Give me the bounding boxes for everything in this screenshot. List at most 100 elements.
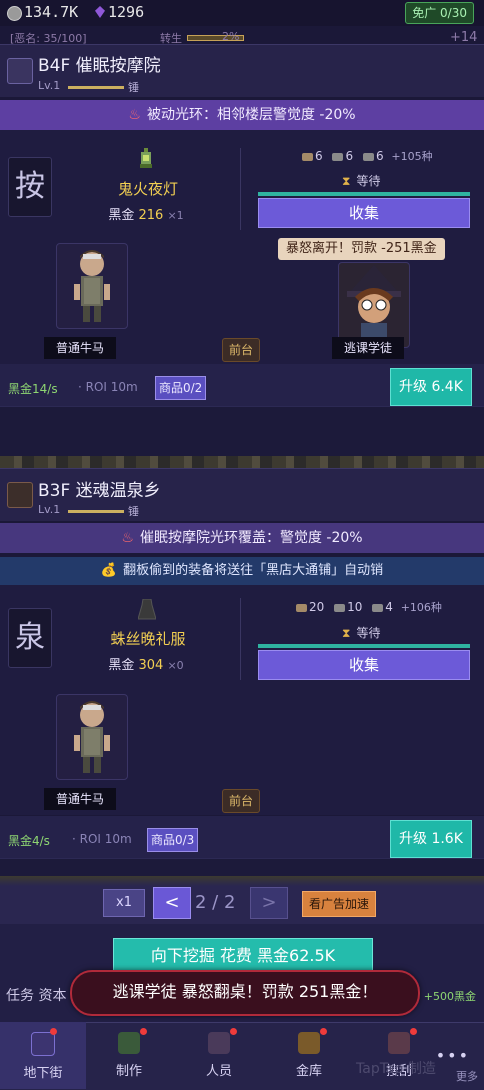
angry-student-portrait (347, 265, 401, 343)
dig-down-button[interactable]: 向下挖掘 花费 黑金62.5K (113, 938, 373, 974)
floor-b3f-collect-button[interactable]: 收集 (258, 650, 470, 680)
nav-label: 金库 (295, 1064, 322, 1079)
floor-b3f-front-desk[interactable]: 前台 (222, 789, 261, 813)
stock-c: 4 (385, 600, 393, 614)
stock-b: 10 (347, 600, 363, 614)
notification-dot (410, 1028, 417, 1035)
nav-plunder[interactable]: 搜刮 (356, 1022, 442, 1089)
stone-icon (332, 152, 344, 161)
gem-count: 1296 (108, 3, 145, 21)
conversion-percent: 2% (222, 30, 240, 43)
worker-slot-2[interactable] (338, 262, 410, 348)
floor-b3f-spacer (0, 858, 484, 877)
taptap-watermark: TapTap 制造 (356, 1061, 436, 1077)
ad-free-counter[interactable]: 免广 0/30 (405, 2, 474, 24)
hourglass-icon: ⧗ (342, 174, 351, 188)
nav-craft[interactable]: 制作 (86, 1022, 172, 1089)
floor-b3f-progress (258, 644, 470, 648)
floor-b4f-collect-button[interactable]: 收集 (258, 198, 470, 228)
notification-dot (320, 1028, 327, 1035)
floor-b3f-roi: · ROI 10m (72, 832, 132, 846)
divider (240, 598, 241, 680)
worker-1-label: 普通牛马 (44, 337, 117, 359)
stock-a: 6 (315, 149, 323, 163)
metal-icon (372, 603, 384, 612)
stone-icon (334, 603, 346, 612)
prev-page-button[interactable]: < (153, 887, 191, 919)
heat-icon: ♨ (128, 107, 141, 123)
floor-b4f-item-name: 鬼火夜灯 (117, 180, 178, 198)
nav-vault[interactable]: 金库 (266, 1022, 352, 1089)
floor-b4f-item-price: 黑金 216 ×1 (86, 204, 206, 223)
pager-bar (0, 876, 484, 924)
nav-staff[interactable]: 人员 (176, 1022, 262, 1089)
floor-b4f-level: Lv.1 (38, 79, 61, 92)
floor-b3f-item-price: 黑金 304 ×0 (86, 654, 206, 673)
floor-b4f-rage-banner: 暴怒离开！罚款 -251黑金 (278, 238, 445, 260)
plunder-icon (388, 1032, 410, 1054)
stock-b: 6 (345, 149, 354, 163)
price-mult: ×0 (167, 659, 184, 672)
floor-b3f-char-tile[interactable]: 泉 (8, 608, 52, 668)
coin-icon (7, 6, 22, 21)
more-icon[interactable]: ••• (436, 1046, 470, 1065)
floor-b4f-front-desk[interactable]: 前台 (222, 338, 261, 362)
worker-portrait (74, 250, 110, 322)
floor-b3f-income: 黑金4/s (8, 834, 50, 848)
floor-b3f-title: B3F 迷魂温泉乡 (38, 481, 161, 501)
street-icon (31, 1032, 55, 1056)
worker-slot-1[interactable] (56, 243, 128, 329)
floor-b3f-stock: 20 10 4 +106种 (296, 599, 442, 615)
floor-b4f-icon (7, 58, 33, 84)
ad-speedup-button[interactable]: 看广告加速 (302, 891, 377, 917)
money-bag-icon: 💰 (100, 563, 118, 578)
floor-b4f-char-tile[interactable]: 按 (8, 157, 52, 217)
floor-b3f-upgrade-button[interactable]: 升级 1.6K (390, 820, 472, 858)
floor-b4f-spacer (0, 406, 484, 457)
stock-more: +105种 (391, 150, 433, 163)
floor-b4f-upgrade-button[interactable]: 升级 6.4K (390, 368, 472, 406)
floor-b4f-goods[interactable]: 商品0/2 (155, 376, 207, 400)
nav-label: 地下街 (23, 1066, 63, 1081)
task-label[interactable]: 任务 资本 (6, 985, 66, 1005)
floor-b3f-wait: ⧗ 等待 (342, 624, 380, 641)
craft-icon (118, 1032, 140, 1054)
page-indicator: 2 / 2 (195, 892, 236, 913)
worker-1-label: 普通牛马 (44, 788, 117, 810)
nav-underground-street[interactable]: 地下街 (0, 1022, 86, 1089)
coin-count: 134.7K (24, 3, 79, 21)
price-label: 黑金 (108, 208, 135, 223)
price-label: 黑金 (108, 658, 135, 673)
wait-text: 等待 (356, 174, 381, 188)
floor-b3f-aura-text: 催眠按摩院光环覆盖：警觉度 -20% (139, 530, 363, 546)
ore-icon (302, 152, 313, 161)
more-label[interactable]: 更多 (456, 1068, 478, 1084)
hourglass-icon: ⧗ (342, 626, 351, 640)
wait-text: 等待 (356, 626, 381, 640)
worker-slot-1[interactable] (56, 694, 128, 780)
notification-dot (230, 1028, 237, 1035)
floor-b4f-aura: ♨ 被动光环：相邻楼层警觉度 -20% (0, 100, 484, 130)
dirt-divider (0, 456, 484, 468)
staff-icon (208, 1032, 230, 1054)
stock-c: 6 (375, 149, 384, 163)
floor-b4f-progress (258, 192, 470, 196)
price-value: 304 (138, 658, 164, 673)
floor-b4f-wait: ⧗ 等待 (342, 172, 380, 189)
next-page-button[interactable]: > (250, 887, 288, 919)
floor-b4f-lock: 锤 (128, 81, 139, 94)
task-reward: +500黑金 (423, 990, 476, 1003)
floor-b3f-tip-text: 翻板偷到的装备将送往「黑店大通铺」自动销 (123, 563, 384, 578)
price-value: 216 (138, 208, 164, 223)
floor-b3f-lock: 锤 (128, 505, 139, 518)
rage-toast: 逃课学徒 暴怒翻桌！罚款 251黑金！ (70, 970, 420, 1016)
floor-b3f-level-bar (68, 510, 124, 513)
multiplier-button[interactable]: x1 (103, 889, 145, 917)
floor-b4f-roi: · ROI 10m (78, 380, 138, 394)
floor-b3f-goods[interactable]: 商品0/3 (147, 828, 199, 852)
notification-dot (140, 1028, 147, 1035)
floor-b4f-aura-text: 被动光环：相邻楼层警觉度 -20% (146, 107, 356, 123)
metal-icon (362, 152, 374, 161)
nav-label: 人员 (205, 1064, 232, 1079)
floor-b3f-tip: 💰 翻板偷到的装备将送往「黑店大通铺」自动销 (0, 557, 484, 585)
